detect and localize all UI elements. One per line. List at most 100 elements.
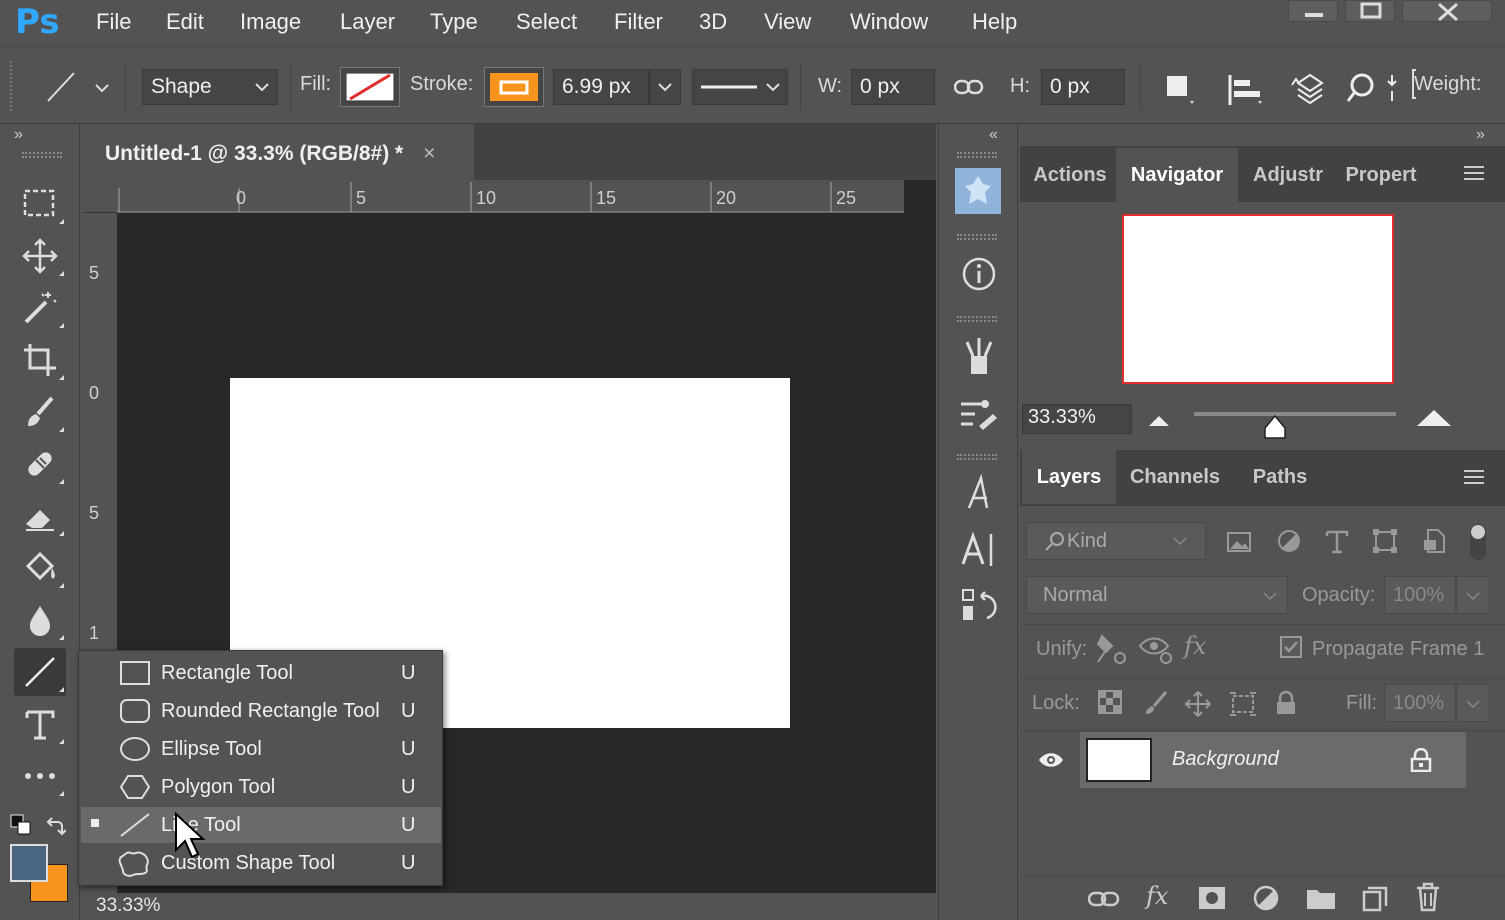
filter-adjustment-icon[interactable] xyxy=(1276,528,1302,559)
minimize-button[interactable] xyxy=(1288,0,1338,22)
document-tab[interactable]: Untitled-1 @ 33.3% (RGB/8#) * × xyxy=(84,124,474,180)
unify-position-icon[interactable] xyxy=(1094,632,1130,671)
align-edges-icon[interactable] xyxy=(1386,73,1398,108)
lock-artboard-icon[interactable] xyxy=(1228,690,1258,723)
panel-menu-icon[interactable] xyxy=(1464,166,1484,180)
layer-thumbnail[interactable] xyxy=(1086,738,1152,782)
blur-tool[interactable] xyxy=(14,596,66,644)
collapse-icon[interactable]: « xyxy=(989,126,998,144)
menu-window[interactable]: Window xyxy=(850,9,928,35)
new-group-icon[interactable] xyxy=(1306,886,1336,915)
info-icon[interactable] xyxy=(959,254,999,294)
link-icon[interactable] xyxy=(953,77,984,102)
healing-brush-tool[interactable] xyxy=(14,440,66,488)
lock-transparent-icon[interactable] xyxy=(1098,690,1122,719)
magic-wand-tool[interactable] xyxy=(14,284,66,332)
layer-visibility-toggle[interactable] xyxy=(1022,732,1080,788)
paint-bucket-tool[interactable] xyxy=(14,544,66,592)
toolbox-grip[interactable] xyxy=(22,152,62,158)
zoom-slider-thumb[interactable] xyxy=(1263,414,1287,445)
expand-icon[interactable]: » xyxy=(1476,126,1485,144)
more-tools-icon[interactable] xyxy=(14,752,66,800)
menu-layer[interactable]: Layer xyxy=(340,9,395,35)
fill-input[interactable]: 100% xyxy=(1384,684,1456,722)
trash-icon[interactable] xyxy=(1414,882,1442,917)
history-thumbnail-icon[interactable] xyxy=(955,168,1001,214)
lock-position-icon[interactable] xyxy=(1184,690,1212,723)
eraser-tool[interactable] xyxy=(14,492,66,540)
paragraph-icon[interactable] xyxy=(959,530,999,570)
menu-edit[interactable]: Edit xyxy=(166,9,204,35)
move-tool[interactable] xyxy=(14,232,66,280)
close-tab-icon[interactable]: × xyxy=(423,142,435,165)
gear-icon[interactable] xyxy=(1346,71,1380,110)
glyphs-icon[interactable] xyxy=(959,586,999,626)
stroke-width-input[interactable]: 6.99 px xyxy=(553,69,649,105)
dock-grip[interactable] xyxy=(957,152,997,158)
flyout-item-polygon[interactable]: Polygon Tool U xyxy=(81,769,441,805)
layer-name[interactable]: Background xyxy=(1172,748,1279,771)
zoom-out-icon[interactable] xyxy=(1146,412,1172,435)
stroke-width-dropdown[interactable] xyxy=(649,69,681,105)
layers-scrollbar[interactable] xyxy=(1466,732,1488,872)
line-tool[interactable] xyxy=(14,648,66,696)
rectangular-marquee-tool[interactable] xyxy=(14,180,66,228)
unify-style-icon[interactable]: fx xyxy=(1184,632,1206,660)
menu-view[interactable]: View xyxy=(764,9,811,35)
opacity-input[interactable]: 100% xyxy=(1384,576,1456,614)
new-layer-icon[interactable] xyxy=(1360,884,1388,917)
menu-3d[interactable]: 3D xyxy=(699,9,727,35)
height-input[interactable]: 0 px xyxy=(1041,69,1125,105)
layer-mask-icon[interactable] xyxy=(1198,886,1226,915)
swap-colors-icon[interactable] xyxy=(44,814,67,841)
path-operations-icon[interactable] xyxy=(1164,73,1198,112)
filter-type-icon[interactable] xyxy=(1324,528,1350,559)
type-tool[interactable] xyxy=(14,700,66,748)
zoom-status[interactable]: 33.33% xyxy=(96,895,160,916)
layer-style-icon[interactable]: fx xyxy=(1146,882,1168,910)
filter-shape-icon[interactable] xyxy=(1372,528,1398,559)
crop-tool[interactable] xyxy=(14,336,66,384)
menu-image[interactable]: Image xyxy=(240,9,301,35)
layer-row[interactable]: Background xyxy=(1022,732,1466,788)
tab-adjustments[interactable]: Adjustr xyxy=(1240,148,1336,202)
stroke-type-select[interactable] xyxy=(692,69,788,105)
tool-mode-select[interactable]: Shape xyxy=(142,69,278,105)
lock-all-icon[interactable] xyxy=(1274,690,1298,721)
brushes-icon[interactable] xyxy=(959,336,999,376)
filter-pixel-icon[interactable] xyxy=(1226,530,1254,559)
flyout-item-line[interactable]: Line Tool U xyxy=(81,807,441,843)
navigator-zoom-slider[interactable] xyxy=(1194,412,1396,416)
path-arrangement-icon[interactable] xyxy=(1290,69,1330,114)
blend-mode-select[interactable]: Normal xyxy=(1026,576,1288,614)
line-tool-preset-icon[interactable] xyxy=(44,69,114,110)
dock-grip[interactable] xyxy=(957,454,997,460)
fill-dropdown[interactable] xyxy=(1456,684,1490,722)
dock-grip[interactable] xyxy=(957,316,997,322)
propagate-checkbox[interactable] xyxy=(1280,636,1302,658)
maximize-button[interactable] xyxy=(1345,0,1395,22)
filter-smart-object-icon[interactable] xyxy=(1422,528,1448,559)
navigator-preview[interactable] xyxy=(1122,214,1394,384)
stroke-swatch[interactable] xyxy=(484,67,544,107)
close-window-button[interactable] xyxy=(1402,0,1492,22)
lock-pixels-icon[interactable] xyxy=(1142,690,1168,721)
width-input[interactable]: 0 px xyxy=(851,69,935,105)
filter-toggle[interactable] xyxy=(1470,524,1486,560)
menu-file[interactable]: File xyxy=(96,9,131,35)
brush-tool[interactable] xyxy=(14,388,66,436)
tab-actions[interactable]: Actions xyxy=(1024,148,1116,202)
panel-menu-icon[interactable] xyxy=(1464,470,1484,484)
link-layers-icon[interactable] xyxy=(1087,888,1120,915)
layer-filter-select[interactable]: Kind xyxy=(1026,522,1206,560)
flyout-item-rectangle[interactable]: Rectangle Tool U xyxy=(81,655,441,691)
dock-grip[interactable] xyxy=(957,234,997,240)
fill-swatch[interactable] xyxy=(340,67,400,107)
tab-layers[interactable]: Layers xyxy=(1022,450,1116,504)
tab-properties[interactable]: Propert xyxy=(1336,148,1426,202)
menu-select[interactable]: Select xyxy=(516,9,577,35)
tab-paths[interactable]: Paths xyxy=(1234,450,1326,504)
tab-navigator[interactable]: Navigator xyxy=(1116,148,1238,202)
foreground-color-swatch[interactable] xyxy=(10,844,48,882)
brush-settings-icon[interactable] xyxy=(959,394,999,434)
